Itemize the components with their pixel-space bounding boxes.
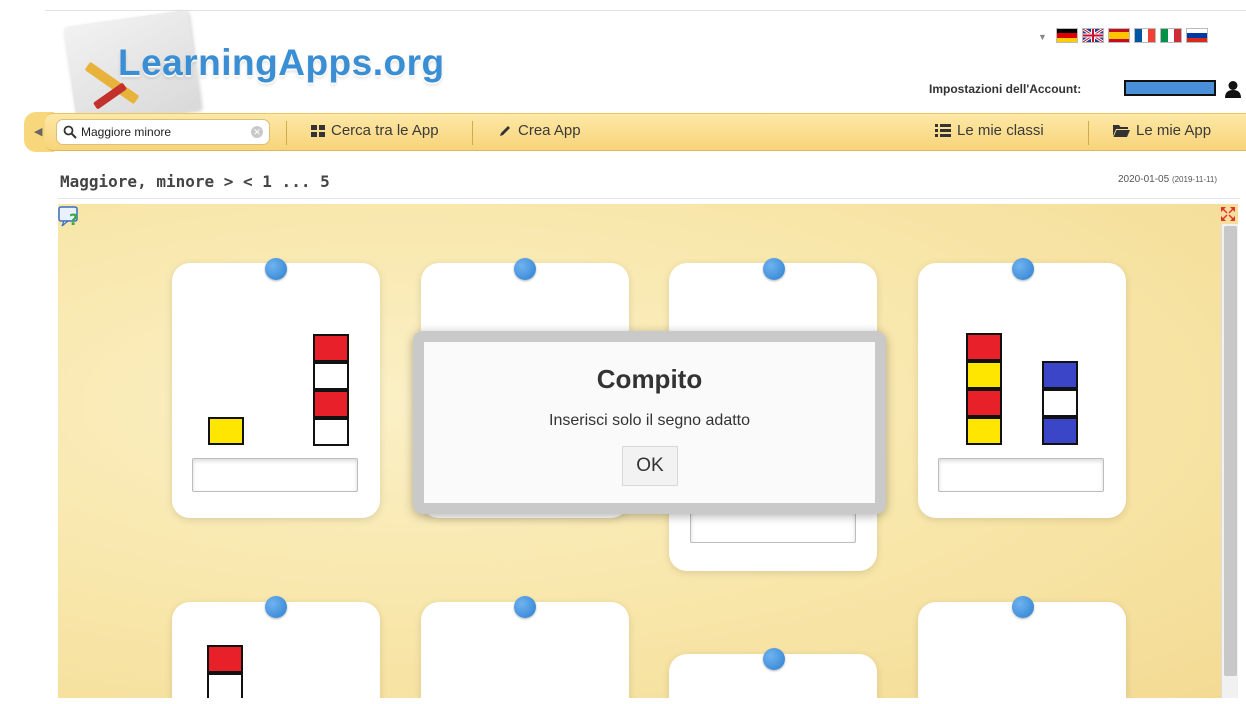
block-red: [313, 334, 349, 362]
account-name-redacted[interactable]: [1124, 80, 1216, 96]
pin-icon: [514, 596, 536, 618]
help-icon[interactable]: ?: [58, 206, 82, 228]
nav-separator: [472, 121, 473, 145]
language-dropdown-icon[interactable]: ▼: [1038, 32, 1047, 42]
block-white: [207, 673, 243, 701]
block-blue: [1042, 417, 1078, 445]
ok-button[interactable]: OK: [622, 446, 678, 486]
bottom-strip: [0, 698, 1246, 704]
folder-icon: [1113, 125, 1130, 137]
uk-flag-icon[interactable]: [1082, 28, 1104, 43]
block-red: [966, 333, 1002, 361]
nav-my-classes[interactable]: Le mie classi: [935, 122, 1044, 139]
block-blue: [1042, 361, 1078, 389]
top-divider: [45, 10, 1246, 11]
vertical-scrollbar[interactable]: [1221, 224, 1238, 704]
pin-icon: [1012, 596, 1034, 618]
clear-search-icon[interactable]: ✕: [251, 126, 263, 138]
pin-icon: [763, 258, 785, 280]
nav-my-apps[interactable]: Le mie App: [1113, 122, 1211, 139]
pin-icon: [1012, 258, 1034, 280]
block-red: [313, 390, 349, 418]
pencil-icon: [500, 125, 510, 136]
pin-icon: [514, 258, 536, 280]
dialog-title: Compito: [596, 364, 703, 394]
nav-separator: [286, 121, 287, 145]
logo-text: LearningApps.org: [118, 42, 445, 83]
german-flag-icon[interactable]: [1056, 28, 1078, 43]
block-red: [207, 645, 243, 673]
account-settings-label[interactable]: Impostazioni dell'Account:: [929, 82, 1081, 96]
task-dialog: Compito Inserisci solo il segno adatto O…: [413, 331, 886, 514]
search-input[interactable]: [81, 125, 241, 139]
nav-create-app-label: Crea App: [518, 122, 581, 139]
pin-icon: [763, 648, 785, 670]
nav-my-classes-label: Le mie classi: [957, 122, 1044, 139]
answer-field[interactable]: [938, 458, 1104, 492]
svg-text:?: ?: [69, 210, 78, 228]
search-icon: [63, 125, 77, 139]
nav-search-apps[interactable]: Cerca tra le App: [311, 122, 439, 139]
nav-search-apps-label: Cerca tra le App: [331, 122, 439, 139]
grid-icon: [311, 124, 325, 137]
nav-separator: [1088, 121, 1089, 145]
language-flags: [1056, 28, 1208, 43]
italian-flag-icon[interactable]: [1160, 28, 1182, 43]
date-modified: 2020-01-05: [1118, 174, 1170, 185]
page-date: 2020-01-05 (2019-11-11): [1118, 174, 1217, 185]
nav-my-apps-label: Le mie App: [1136, 122, 1212, 139]
block-white: [1042, 389, 1078, 417]
title-divider: [58, 198, 1240, 199]
page: LearningApps.org ▼ Impostazioni dell'Acc…: [0, 0, 1246, 704]
block-white: [313, 362, 349, 390]
block-white: [313, 418, 349, 446]
block-yellow: [966, 361, 1002, 389]
search-box[interactable]: ✕: [56, 119, 270, 145]
dialog-message: Inserisci solo il segno adatto: [549, 412, 750, 429]
list-icon: [935, 124, 951, 137]
nav-create-app[interactable]: Crea App: [498, 122, 581, 139]
russian-flag-icon[interactable]: [1186, 28, 1208, 43]
block-yellow: [966, 417, 1002, 445]
scrollbar-thumb[interactable]: [1224, 226, 1237, 676]
date-created: (2019-11-11): [1171, 175, 1217, 184]
user-icon[interactable]: [1224, 80, 1242, 98]
pin-icon: [265, 596, 287, 618]
answer-field[interactable]: [192, 458, 358, 492]
pin-icon: [265, 258, 287, 280]
french-flag-icon[interactable]: [1134, 28, 1156, 43]
page-title: Maggiore, minore > < 1 ... 5: [60, 172, 330, 191]
answer-field[interactable]: [690, 509, 856, 543]
card-4: [918, 263, 1126, 518]
fullscreen-icon[interactable]: [1221, 207, 1235, 221]
block-red: [966, 389, 1002, 417]
spanish-flag-icon[interactable]: [1108, 28, 1130, 43]
block-yellow: [208, 417, 244, 445]
